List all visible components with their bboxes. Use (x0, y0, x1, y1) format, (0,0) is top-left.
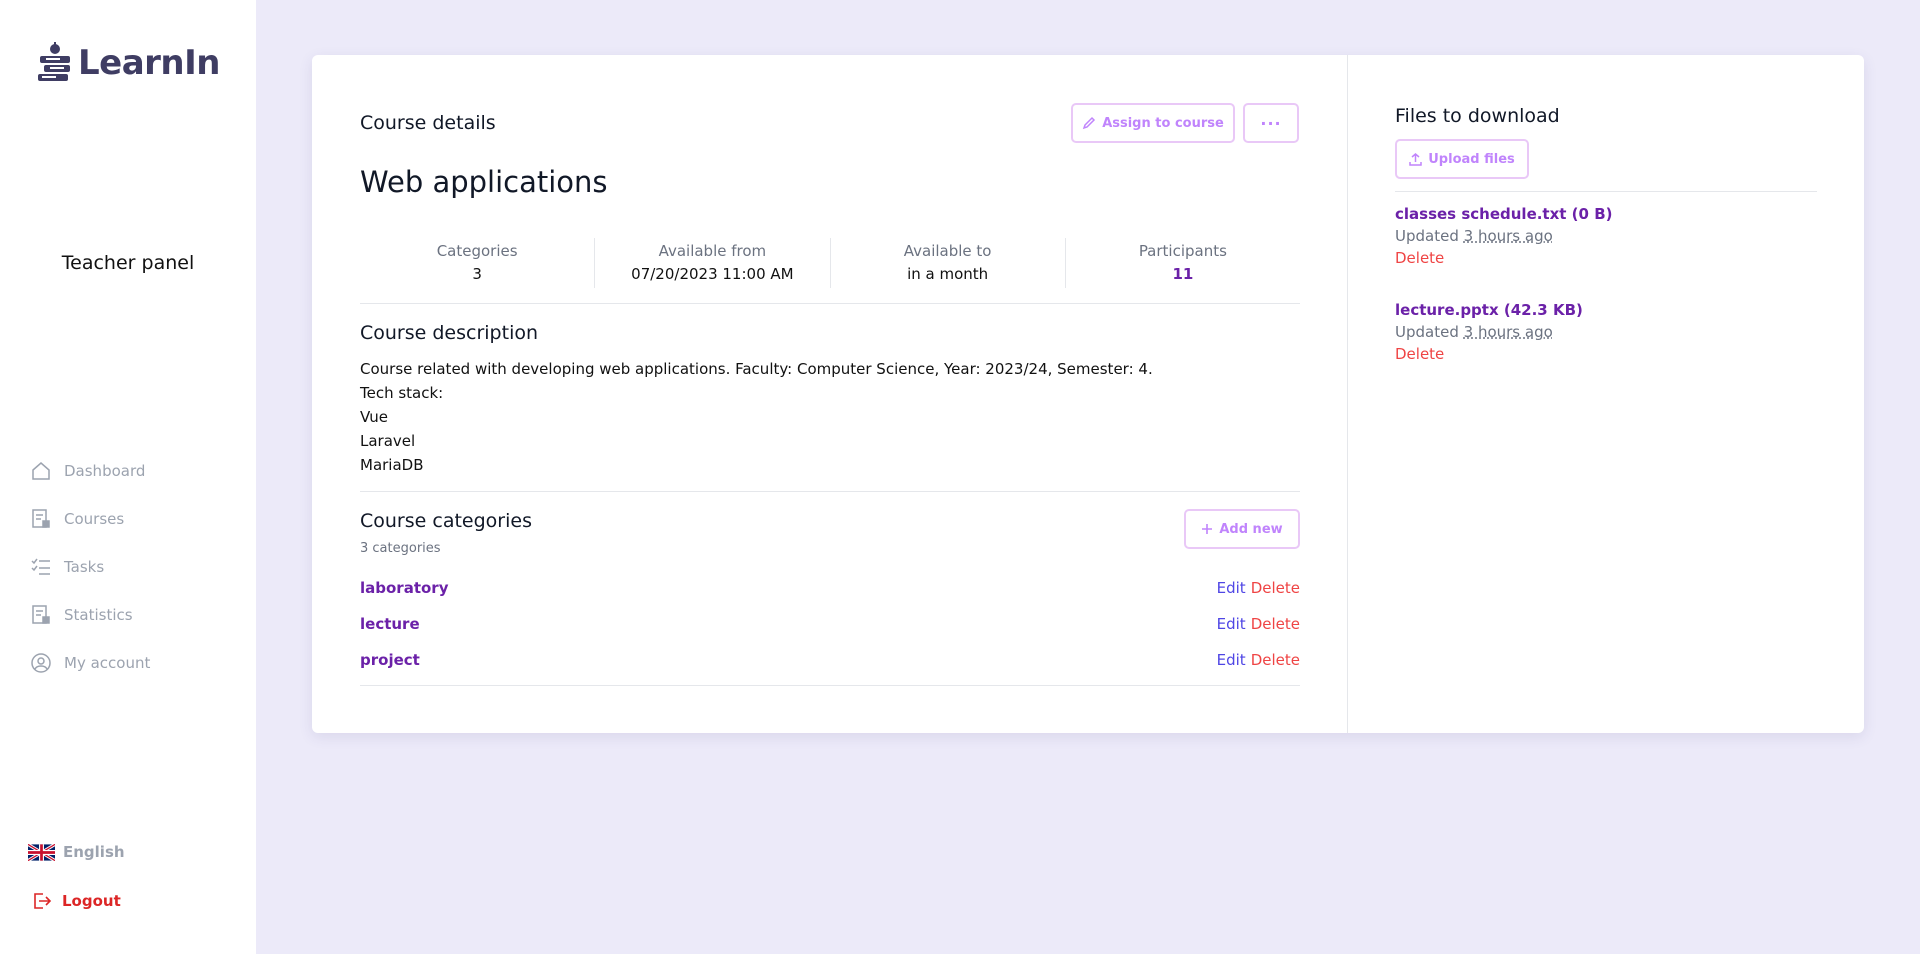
courses-icon (30, 508, 52, 530)
stat-available-from: Available from 07/20/2023 11:00 AM (595, 238, 831, 288)
categories-title: Course categories (360, 510, 532, 532)
pencil-icon (1083, 116, 1096, 130)
file-item: lecture.pptx (42.3 KB) Updated 3 hours a… (1395, 301, 1583, 363)
assign-to-course-label: Assign to course (1102, 115, 1224, 131)
app-name: LearnIn (78, 43, 221, 83)
category-actions: Edit Delete (1217, 615, 1300, 633)
books-apple-icon (38, 42, 70, 81)
stat-categories: Categories 3 (360, 238, 596, 288)
tasks-icon (30, 556, 52, 578)
panel-title: Teacher panel (61, 252, 195, 274)
course-title: Web applications (360, 165, 608, 199)
stat-value: 3 (472, 265, 482, 283)
divider (360, 685, 1300, 686)
category-actions: Edit Delete (1217, 651, 1300, 669)
description-line: MariaDB (360, 456, 424, 474)
delete-category-button[interactable]: Delete (1251, 579, 1300, 597)
category-row: lecture Edit Delete (360, 606, 1300, 642)
file-updated: Updated 3 hours ago (1395, 227, 1612, 245)
edit-category-button[interactable]: Edit (1217, 651, 1246, 669)
category-row: project Edit Delete (360, 642, 1300, 678)
stat-value: in a month (907, 265, 989, 283)
statistics-icon (30, 604, 52, 626)
stat-label: Available to (903, 242, 992, 260)
updated-prefix: Updated (1395, 323, 1459, 341)
logout-label: Logout (62, 892, 121, 910)
vertical-divider (1347, 55, 1348, 733)
delete-file-button[interactable]: Delete (1395, 345, 1583, 363)
stat-participants: Participants 11 (1066, 238, 1300, 288)
logout-icon (34, 893, 52, 909)
sidebar-item-label: My account (64, 654, 151, 672)
updated-prefix: Updated (1395, 227, 1459, 245)
description-line: Laravel (360, 432, 416, 450)
sidebar-item-label: Statistics (64, 606, 133, 624)
participants-link[interactable]: 11 (1066, 265, 1300, 283)
sidebar-item-label: Tasks (64, 558, 105, 576)
upload-icon (1409, 152, 1422, 166)
sidebar: LearnIn Teacher panel Dashboard Courses … (0, 0, 256, 954)
sidebar-item-label: Dashboard (64, 462, 146, 480)
updated-time: 3 hours ago (1463, 323, 1553, 341)
add-category-button[interactable]: Add new (1184, 509, 1300, 549)
categories-count: 3 categories (360, 541, 441, 556)
category-link[interactable]: lecture (360, 615, 420, 633)
description-line: Tech stack: (360, 384, 444, 402)
edit-category-button[interactable]: Edit (1217, 615, 1246, 633)
edit-category-button[interactable]: Edit (1217, 579, 1246, 597)
app-logo[interactable]: LearnIn (36, 40, 221, 86)
divider (360, 491, 1300, 492)
plus-icon (1202, 524, 1213, 534)
stat-value: 07/20/2023 11:00 AM (631, 265, 794, 283)
stat-available-to: Available to in a month (831, 238, 1066, 288)
course-description: Course related with developing web appli… (360, 357, 1153, 477)
file-updated: Updated 3 hours ago (1395, 323, 1583, 341)
category-row: laboratory Edit Delete (360, 570, 1300, 606)
delete-category-button[interactable]: Delete (1251, 615, 1300, 633)
file-download-link[interactable]: lecture.pptx (42.3 KB) (1395, 301, 1583, 319)
sidebar-item-my-account[interactable]: My account (30, 639, 150, 687)
language-selector[interactable]: English (28, 843, 125, 861)
files-title: Files to download (1395, 105, 1560, 127)
uk-flag-icon (28, 843, 55, 861)
category-link[interactable]: project (360, 651, 420, 669)
sidebar-item-dashboard[interactable]: Dashboard (30, 447, 150, 495)
course-stats: Categories 3 Available from 07/20/2023 1… (360, 238, 1300, 304)
sidebar-item-tasks[interactable]: Tasks (30, 543, 150, 591)
categories-list: laboratory Edit Delete lecture Edit Delete… (360, 570, 1300, 678)
delete-category-button[interactable]: Delete (1251, 651, 1300, 669)
assign-to-course-button[interactable]: Assign to course (1071, 103, 1235, 143)
sidebar-item-statistics[interactable]: Statistics (30, 591, 150, 639)
file-download-link[interactable]: classes schedule.txt (0 B) (1395, 205, 1612, 223)
sidebar-item-label: Courses (64, 510, 125, 528)
sidebar-item-courses[interactable]: Courses (30, 495, 150, 543)
upload-files-button[interactable]: Upload files (1395, 139, 1529, 179)
category-link[interactable]: laboratory (360, 579, 448, 597)
course-card: Course details Assign to course ··· Web … (312, 55, 1864, 733)
add-new-label: Add new (1219, 521, 1283, 537)
language-label: English (63, 843, 125, 861)
home-icon (30, 460, 52, 482)
upload-files-label: Upload files (1428, 151, 1515, 167)
section-title: Course details (360, 112, 496, 134)
stat-label: Participants (1138, 242, 1227, 260)
category-actions: Edit Delete (1217, 579, 1300, 597)
sidebar-nav: Dashboard Courses Tasks Statistics My ac… (30, 447, 150, 687)
stat-label: Available from (658, 242, 767, 260)
stat-label: Categories (436, 242, 518, 260)
delete-file-button[interactable]: Delete (1395, 249, 1612, 267)
file-item: classes schedule.txt (0 B) Updated 3 hou… (1395, 205, 1612, 267)
description-title: Course description (360, 322, 539, 344)
logout-button[interactable]: Logout (30, 890, 121, 912)
description-line: Vue (360, 408, 388, 426)
account-icon (30, 652, 52, 674)
description-line: Course related with developing web appli… (360, 360, 1153, 378)
updated-time: 3 hours ago (1463, 227, 1553, 245)
more-options-button[interactable]: ··· (1243, 103, 1299, 143)
more-dots-icon: ··· (1260, 113, 1282, 133)
divider (1395, 191, 1817, 192)
